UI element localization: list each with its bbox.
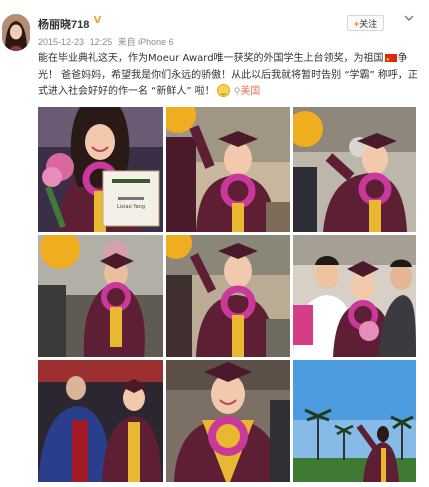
post-date: 2015-12-23	[38, 37, 85, 47]
smile-emoji-icon	[216, 84, 230, 97]
avatar[interactable]	[2, 14, 30, 51]
username[interactable]: 杨丽晓718	[38, 16, 89, 32]
post-time[interactable]: 12:25	[90, 37, 113, 47]
post-meta: 2015-12-23 12:25 来自 iPhone 6	[38, 35, 177, 48]
photo-5[interactable]	[166, 235, 290, 357]
photo-1[interactable]: Lixiao Yang	[38, 107, 163, 232]
photo-3[interactable]	[293, 107, 416, 232]
verified-badge-icon: V	[93, 15, 102, 26]
photo-4[interactable]	[38, 235, 163, 357]
post-source[interactable]: 来自 iPhone 6	[118, 37, 174, 47]
post-text-part1: 能在毕业典礼这天，作为Moeur Award唯一获奖的外国学生上台领奖，为祖国	[38, 53, 384, 64]
photo-8[interactable]	[166, 360, 290, 482]
follow-button[interactable]: +关注	[347, 15, 384, 31]
photo-7[interactable]	[38, 360, 163, 482]
weibo-post: 杨丽晓718 V 2015-12-23 12:25 来自 iPhone 6 +关…	[0, 0, 429, 487]
photo-9[interactable]	[293, 360, 416, 482]
location-link[interactable]: 美国	[240, 86, 260, 97]
photo-6[interactable]	[293, 235, 416, 357]
follow-label: 关注	[359, 19, 378, 29]
photo-2[interactable]	[166, 107, 290, 232]
china-flag-icon	[384, 52, 397, 69]
post-text: 能在毕业典礼这天，作为Moeur Award唯一获奖的外国学生上台领奖，为祖国争…	[38, 51, 420, 101]
certificate-name: Lixiao Yang	[117, 204, 145, 210]
chevron-down-icon[interactable]	[404, 14, 414, 22]
